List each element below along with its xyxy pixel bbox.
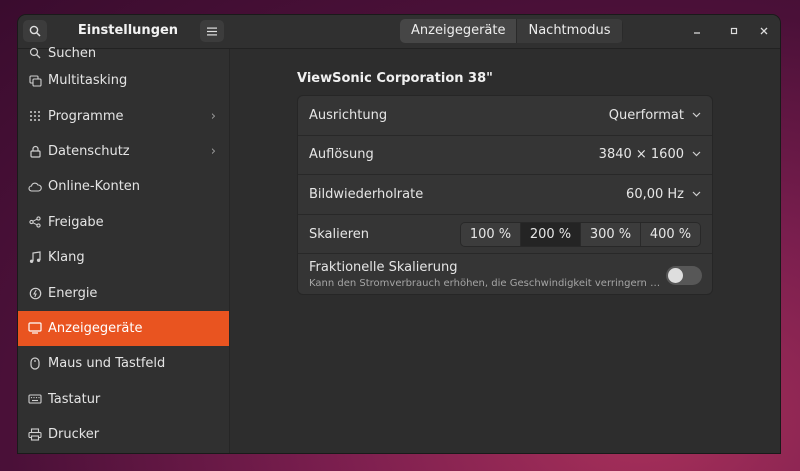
search-button[interactable] bbox=[23, 20, 47, 42]
sidebar-item-label: Tastatur bbox=[48, 391, 101, 407]
menu-button[interactable] bbox=[200, 20, 224, 42]
resolution-value: 3840 × 1600 bbox=[598, 147, 684, 163]
toggle-knob bbox=[668, 268, 683, 284]
cloud-icon bbox=[27, 182, 43, 192]
orientation-row[interactable]: Ausrichtung Querformat bbox=[298, 96, 712, 136]
hamburger-menu-icon bbox=[207, 27, 217, 35]
close-button[interactable] bbox=[757, 24, 771, 38]
sidebar-item-label: Klang bbox=[48, 250, 85, 266]
chevron-right-icon: › bbox=[210, 143, 216, 159]
orientation-label: Ausrichtung bbox=[309, 107, 388, 123]
scale-selector: 100 % 200 % 300 % 400 % bbox=[460, 221, 701, 247]
minimize-button[interactable] bbox=[690, 24, 704, 38]
sidebar-item-label: Anzeigegeräte bbox=[48, 320, 143, 336]
refresh-rate-label: Bildwiederholrate bbox=[309, 186, 424, 202]
sidebar-item-sharing[interactable]: Freigabe bbox=[18, 205, 229, 240]
sidebar-item-label: Suchen bbox=[48, 45, 97, 61]
search-icon bbox=[29, 25, 41, 37]
sidebar-item-online-accounts[interactable]: Online-Konten bbox=[18, 169, 229, 204]
sidebar-item-keyboard[interactable]: Tastatur bbox=[18, 382, 229, 417]
scale-option-100[interactable]: 100 % bbox=[461, 222, 521, 246]
chevron-down-icon bbox=[692, 189, 701, 200]
sidebar-item-displays[interactable]: Anzeigegeräte bbox=[18, 310, 229, 347]
fractional-scaling-label: Fraktionelle Skalierung bbox=[309, 260, 458, 276]
chevron-down-icon bbox=[692, 149, 701, 160]
sidebar-item-power[interactable]: Energie bbox=[18, 275, 229, 310]
app-title: Einstellungen bbox=[77, 23, 179, 38]
music-note-icon bbox=[27, 251, 43, 264]
keyboard-icon bbox=[27, 394, 43, 404]
sidebar-item-privacy[interactable]: Datenschutz › bbox=[18, 134, 229, 169]
resolution-row[interactable]: Auflösung 3840 × 1600 bbox=[298, 136, 712, 176]
display-settings-panel: ViewSonic Corporation 38" Ausrichtung Qu… bbox=[230, 49, 780, 453]
maximize-button[interactable] bbox=[727, 24, 741, 38]
orientation-value: Querformat bbox=[608, 107, 684, 123]
sidebar-item-label: Drucker bbox=[48, 427, 100, 443]
sidebar-item-printers[interactable]: Drucker bbox=[18, 417, 229, 452]
lock-icon bbox=[27, 145, 43, 158]
display-icon bbox=[27, 322, 43, 335]
minimize-icon bbox=[694, 32, 700, 34]
scale-option-300[interactable]: 300 % bbox=[581, 222, 641, 246]
sidebar-item-label: Maus und Tastfeld bbox=[48, 356, 166, 372]
scale-label: Skalieren bbox=[309, 226, 370, 242]
multitasking-icon bbox=[27, 75, 43, 87]
mouse-icon bbox=[27, 357, 43, 370]
refresh-rate-value: 60,00 Hz bbox=[626, 186, 684, 202]
refresh-rate-row[interactable]: Bildwiederholrate 60,00 Hz bbox=[298, 175, 712, 215]
fractional-scaling-subtitle: Kann den Stromverbrauch erhöhen, die Ges… bbox=[309, 278, 661, 290]
sidebar-item-label: Multitasking bbox=[48, 73, 128, 89]
sidebar-item-search[interactable]: Suchen bbox=[18, 43, 229, 63]
chevron-down-icon bbox=[692, 110, 701, 121]
sidebar-item-label: Freigabe bbox=[48, 214, 104, 230]
settings-window: Einstellungen Anzeigegeräte Nachtmodus S… bbox=[18, 15, 780, 453]
scale-row: Skalieren 100 % 200 % 300 % 400 % bbox=[298, 215, 712, 255]
fractional-scaling-row: Fraktionelle Skalierung Kann den Stromve… bbox=[298, 254, 712, 294]
main-header: Anzeigegeräte Nachtmodus bbox=[230, 15, 780, 49]
view-switcher: Anzeigegeräte Nachtmodus bbox=[400, 19, 623, 43]
sidebar: Suchen Multitasking Programme › Datensch… bbox=[18, 46, 230, 453]
apps-grid-icon bbox=[27, 110, 43, 122]
power-icon bbox=[27, 287, 43, 300]
fractional-scaling-toggle[interactable] bbox=[666, 266, 702, 286]
search-icon bbox=[27, 47, 43, 59]
sidebar-item-label: Online-Konten bbox=[48, 179, 141, 195]
scale-option-400[interactable]: 400 % bbox=[641, 222, 700, 246]
resolution-label: Auflösung bbox=[309, 147, 374, 163]
printer-icon bbox=[27, 428, 43, 441]
maximize-icon bbox=[730, 27, 738, 35]
sidebar-item-label: Energie bbox=[48, 285, 98, 301]
sidebar-item-mouse-touchpad[interactable]: Maus und Tastfeld bbox=[18, 346, 229, 381]
close-icon bbox=[760, 27, 768, 35]
tab-displays[interactable]: Anzeigegeräte bbox=[400, 19, 518, 43]
scale-option-200[interactable]: 200 % bbox=[521, 222, 581, 246]
monitor-settings-card: Ausrichtung Querformat Auflösung 3840 × … bbox=[297, 95, 713, 295]
tab-night-light[interactable]: Nachtmodus bbox=[517, 19, 623, 43]
monitor-name: ViewSonic Corporation 38" bbox=[297, 71, 493, 86]
sidebar-item-sound[interactable]: Klang bbox=[18, 240, 229, 275]
share-icon bbox=[27, 216, 43, 228]
sidebar-item-label: Datenschutz bbox=[48, 143, 130, 159]
sidebar-item-label: Programme bbox=[48, 108, 124, 124]
chevron-right-icon: › bbox=[210, 108, 216, 124]
sidebar-item-apps[interactable]: Programme › bbox=[18, 98, 229, 133]
sidebar-item-multitasking[interactable]: Multitasking bbox=[18, 63, 229, 98]
